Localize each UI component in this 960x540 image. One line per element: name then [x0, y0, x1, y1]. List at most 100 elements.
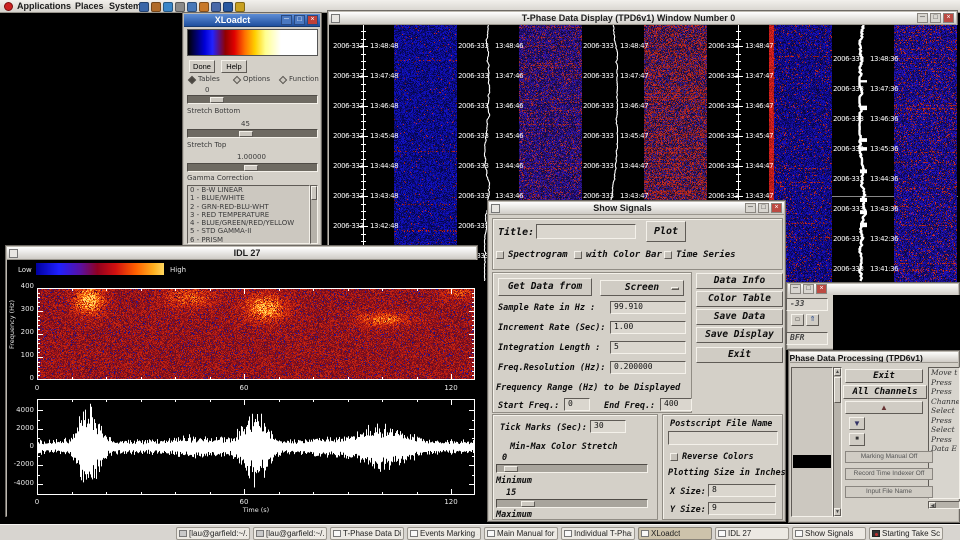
help-button[interactable]: Help	[221, 60, 247, 73]
slider-thumb[interactable]	[521, 501, 535, 507]
marker-stop-button[interactable]: □	[791, 314, 804, 326]
tpdp-help-hscrollbar[interactable]: ◀	[928, 501, 960, 509]
window-menu-icon[interactable]	[331, 14, 340, 23]
y-size-input[interactable]: 9	[708, 502, 776, 515]
checkbox-spectrogram[interactable]	[496, 251, 504, 259]
globe-icon[interactable]	[223, 2, 233, 12]
min-slider[interactable]	[496, 464, 648, 473]
radio-options[interactable]	[233, 76, 241, 84]
title-input[interactable]	[536, 224, 636, 239]
slider-thumb[interactable]	[244, 165, 258, 171]
all-channels-button[interactable]: All Channels	[843, 385, 927, 399]
stretch-bottom-slider[interactable]	[187, 95, 318, 104]
taskbar-button-xloadct[interactable]: XLoadct	[638, 527, 712, 540]
scroll-left-icon[interactable]: ◀	[929, 502, 936, 508]
slider-thumb[interactable]	[504, 466, 518, 472]
taskbar-button-starting-take-scr[interactable]: Starting Take Scr...	[869, 527, 943, 540]
slider-thumb[interactable]	[210, 97, 224, 103]
close-icon[interactable]: ×	[771, 203, 782, 213]
window-menu-icon[interactable]	[9, 249, 18, 258]
color-table-item-3[interactable]: 3 - RED TEMPERATURE	[188, 211, 309, 219]
maximize-button[interactable]: □	[803, 284, 814, 294]
data-info-button[interactable]: Data Info	[696, 273, 783, 289]
param-input[interactable]: 99.910	[610, 301, 686, 314]
color-table-scrollbar[interactable]	[310, 185, 318, 244]
minimize-button[interactable]: ─	[790, 284, 801, 294]
show-signals-titlebar[interactable]: Show Signals ─ □ ×	[489, 202, 784, 215]
taskbar-button-main-manual-for[interactable]: Main Manual for ...	[484, 527, 558, 540]
help-icon[interactable]	[211, 2, 221, 12]
notes-icon[interactable]	[175, 2, 185, 12]
taskbar-button-events-marking-s[interactable]: Events Marking S...	[407, 527, 481, 540]
color-table-item-0[interactable]: 0 - B-W LINEAR	[188, 186, 309, 194]
gamma-slider[interactable]	[187, 163, 318, 172]
scroll-thumb[interactable]	[834, 377, 841, 403]
tpdp-file-list[interactable]	[791, 367, 833, 517]
minimize-button[interactable]: ─	[745, 203, 756, 213]
marker-titlebar[interactable]: ─ □ ×	[788, 284, 958, 295]
browser-icon[interactable]	[151, 2, 161, 12]
max-slider[interactable]	[496, 499, 648, 508]
selected-row[interactable]	[793, 455, 831, 468]
marking-manual-off-button[interactable]: Marking Manual Off	[845, 451, 933, 463]
page-up-button[interactable]: ▲	[845, 401, 923, 414]
marker-up-button[interactable]: ⇑	[806, 314, 819, 326]
tpd-display-titlebar[interactable]: T-Phase Data Display (TPD6v1) Window Num…	[329, 12, 956, 25]
color-table-item-2[interactable]: 2 - GRN-RED-BLU-WHT	[188, 203, 309, 211]
package-icon[interactable]	[199, 2, 209, 12]
taskbar-button-individual-t-phas[interactable]: Individual T-Phas...	[561, 527, 635, 540]
maximize-button[interactable]: □	[930, 13, 941, 23]
taskbar-button-show-signals[interactable]: Show Signals	[792, 527, 866, 540]
checkbox-with-color-bar[interactable]	[574, 251, 582, 259]
input-file-name-button[interactable]: Input File Name	[845, 486, 933, 498]
postscript-input[interactable]	[668, 431, 778, 445]
close-icon[interactable]: ×	[943, 13, 954, 23]
end-freq-input[interactable]: 400	[660, 398, 692, 411]
step-down-button[interactable]: ▼	[849, 417, 865, 430]
terminal-icon[interactable]	[139, 2, 149, 12]
minimize-button[interactable]: ─	[917, 13, 928, 23]
spectrogram-strip-5[interactable]	[894, 25, 957, 282]
scroll-down-icon[interactable]: ▼	[834, 508, 841, 516]
marker-day-field[interactable]: -33	[786, 298, 828, 311]
scroll-up-icon[interactable]: ▲	[834, 368, 841, 376]
email-icon[interactable]	[163, 2, 173, 12]
save-display-button[interactable]: Save Display	[696, 327, 783, 343]
marker-bfr-field[interactable]: BFR	[786, 332, 828, 345]
start-freq-input[interactable]: 0	[564, 398, 590, 411]
x-size-input[interactable]: 8	[708, 484, 776, 497]
spectrogram-strip-1[interactable]	[394, 25, 457, 282]
param-input[interactable]: 1.00	[610, 321, 686, 334]
menu-system[interactable]: System	[109, 1, 141, 11]
xloadct-titlebar[interactable]: XLoadct ─ □ ×	[184, 14, 320, 27]
color-table-item-6[interactable]: 6 - PRISM	[188, 236, 309, 244]
exit-button[interactable]: Exit	[845, 369, 923, 383]
record-time-indexer-off-button[interactable]: Record Time Indexer Off	[845, 468, 933, 480]
done-button[interactable]: Done	[189, 60, 215, 73]
param-input[interactable]: 0.200000	[610, 361, 686, 374]
param-input[interactable]: 5	[610, 341, 686, 354]
radio-function[interactable]	[279, 76, 287, 84]
tpdp-titlebar[interactable]: T-Phase Data Processing (TPD6v1)	[790, 352, 958, 363]
plot-button[interactable]: Plot	[646, 221, 686, 242]
close-icon[interactable]: ×	[307, 15, 318, 25]
taskbar-button-lau-garfield[interactable]: [lau@garfield:~/...	[176, 527, 250, 540]
slider-thumb[interactable]	[239, 131, 253, 137]
menu-places[interactable]: Places	[75, 1, 104, 11]
scroll-thumb[interactable]	[311, 186, 317, 200]
tick-marks-input[interactable]: 30	[590, 420, 626, 433]
save-data-button[interactable]: Save Data	[696, 309, 783, 325]
lock-icon[interactable]	[235, 2, 245, 12]
get-data-from-button[interactable]: Get Data from	[498, 278, 592, 296]
idl27-titlebar[interactable]: IDL 27	[7, 247, 476, 260]
radio-tables[interactable]	[188, 76, 196, 84]
color-table-item-4[interactable]: 4 - BLUE/GREEN/RED/YELLOW	[188, 219, 309, 227]
exit-button[interactable]: Exit	[696, 347, 783, 363]
color-table-button[interactable]: Color Table	[696, 291, 783, 307]
data-source-dropdown[interactable]: Screen	[600, 280, 684, 296]
color-table-list[interactable]: 0 - B-W LINEAR 1 - BLUE/WHITE 2 - GRN-RED-…	[187, 185, 310, 244]
stretch-top-slider[interactable]	[187, 129, 318, 138]
reverse-colors-checkbox[interactable]	[670, 453, 678, 461]
maximize-button[interactable]: □	[758, 203, 769, 213]
checkbox-time-series[interactable]	[664, 251, 672, 259]
